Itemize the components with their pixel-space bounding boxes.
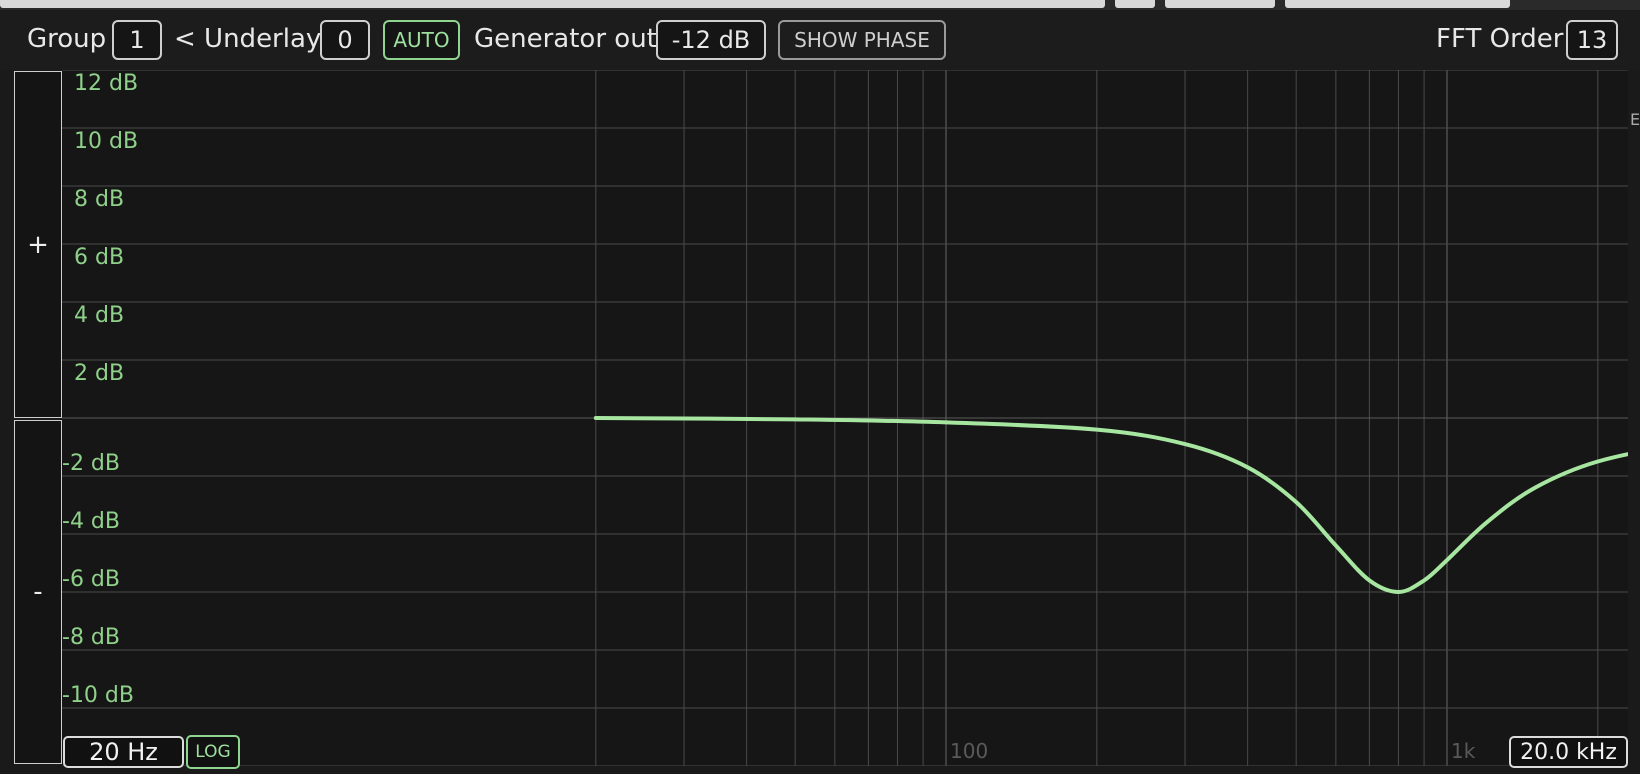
top-strip-bar: [1285, 0, 1510, 8]
response-curve[interactable]: [593, 416, 1628, 594]
top-strip-bar: [0, 0, 1105, 8]
group-field[interactable]: 1: [112, 20, 162, 60]
edge-label: E: [1630, 110, 1640, 129]
min-frequency-field[interactable]: 20 Hz: [63, 736, 184, 768]
toolbar: Group 1 < Underlay 0 AUTO Generator out …: [0, 10, 1640, 70]
y-tick-label: 12 dB: [74, 71, 138, 96]
generator-out-field[interactable]: -12 dB: [656, 20, 766, 60]
frequency-response-plot[interactable]: 12 dB 10 dB 8 dB 6 dB 4 dB 2 dB -2 dB -4 dB -6 d…: [62, 70, 1628, 766]
y-axis-labels: 12 dB 10 dB 8 dB 6 dB 4 dB 2 dB -2 dB -4 dB -6 d…: [62, 71, 138, 708]
generator-out-label: Generator out: [474, 24, 657, 54]
max-frequency-field[interactable]: 20.0 kHz: [1509, 736, 1628, 768]
y-tick-label: -2 dB: [62, 451, 120, 476]
y-tick-label: 10 dB: [74, 129, 138, 154]
y-tick-label: -8 dB: [62, 625, 120, 650]
auto-button[interactable]: AUTO: [383, 20, 460, 60]
underlay-field[interactable]: 0: [320, 20, 370, 60]
y-tick-label: 4 dB: [74, 303, 124, 328]
y-tick-label: 8 dB: [74, 187, 124, 212]
response-chart: 12 dB 10 dB 8 dB 6 dB 4 dB 2 dB -2 dB -4 dB -6 d…: [62, 70, 1628, 766]
top-strip-bar: [1115, 0, 1155, 8]
top-strip-bar: [1165, 0, 1275, 8]
zoom-in-button[interactable]: +: [14, 71, 62, 418]
zoom-out-button[interactable]: -: [14, 420, 62, 764]
y-tick-label: 6 dB: [74, 245, 124, 270]
minus-icon: -: [33, 577, 43, 607]
window-top-strip: [0, 0, 1640, 10]
right-edge-panel: E: [1628, 70, 1640, 774]
underlay-label: < Underlay: [174, 24, 322, 54]
y-tick-label: -10 dB: [62, 683, 134, 708]
horizontal-grid: [62, 70, 1628, 766]
group-label: Group: [27, 24, 107, 54]
log-toggle-button[interactable]: LOG: [186, 735, 240, 769]
fft-order-field[interactable]: 13: [1566, 20, 1618, 60]
y-tick-label: -4 dB: [62, 509, 120, 534]
x-tick-label: 100: [950, 739, 988, 763]
x-tick-label: 1k: [1451, 739, 1476, 763]
show-phase-button[interactable]: SHOW PHASE: [778, 20, 946, 60]
plus-icon: +: [27, 229, 49, 260]
y-tick-label: -6 dB: [62, 567, 120, 592]
fft-order-label: FFT Order: [1436, 24, 1564, 54]
y-tick-label: 2 dB: [74, 361, 124, 386]
